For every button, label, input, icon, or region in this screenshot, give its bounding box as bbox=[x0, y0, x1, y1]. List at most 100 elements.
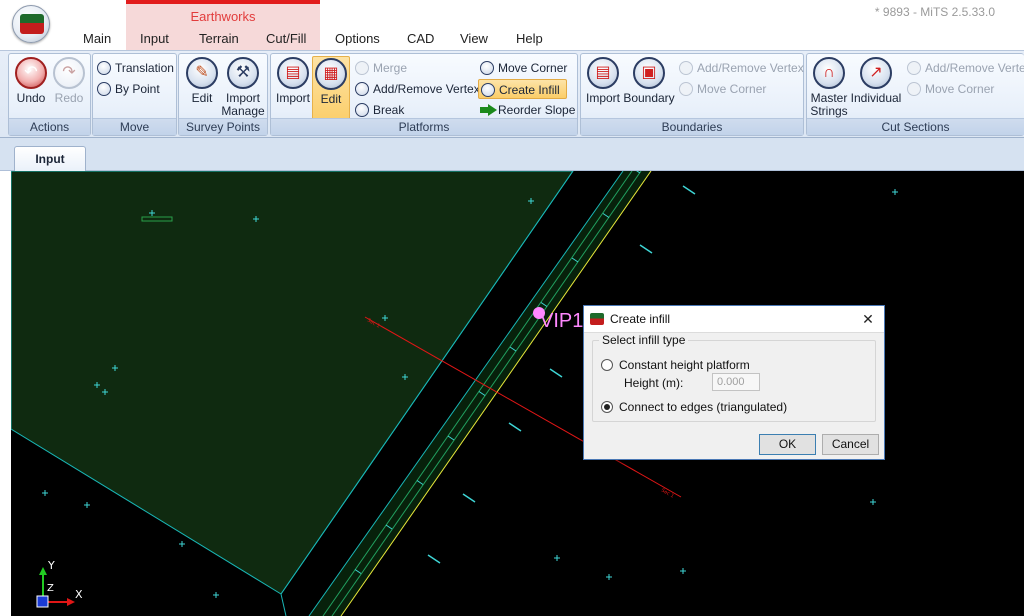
constant-height-option[interactable]: Constant height platform bbox=[601, 357, 750, 373]
redo-icon: ↷ bbox=[53, 57, 85, 89]
survey-import-label: Import bbox=[225, 91, 260, 105]
individual-label: Individual bbox=[850, 91, 902, 105]
undo-icon: ↶ bbox=[15, 57, 47, 89]
platforms-edit-label: Edit bbox=[320, 92, 342, 106]
tab-terrain[interactable]: Terrain bbox=[199, 31, 239, 46]
chainage-label-mark bbox=[682, 185, 696, 195]
green-arrow-icon bbox=[480, 104, 497, 116]
cut-move-corner-icon bbox=[907, 82, 921, 96]
survey-points-import-manage-button[interactable]: ⚒ Import Manage bbox=[221, 57, 265, 118]
reorder-slope-button[interactable]: Reorder Slope bbox=[478, 100, 575, 120]
merge-button[interactable]: Merge bbox=[353, 58, 407, 78]
translation-icon bbox=[97, 61, 111, 75]
cut-move-corner-button[interactable]: Move Corner bbox=[905, 79, 994, 99]
platforms-group-label: Platforms bbox=[271, 118, 577, 135]
create-infill-button[interactable]: Create Infill bbox=[478, 79, 567, 99]
axis-gizmo: Y X Z bbox=[36, 559, 83, 608]
infill-type-group-title: Select infill type bbox=[599, 333, 689, 347]
chainage-label-mark bbox=[549, 368, 563, 378]
tab-input[interactable]: Input bbox=[140, 31, 169, 46]
chainage-label-mark bbox=[462, 493, 476, 503]
connect-edges-option[interactable]: Connect to edges (triangulated) bbox=[601, 399, 787, 415]
ribbon-group-boundaries: ▤ Import ▣ Boundary Add/Remove Vertex Mo… bbox=[580, 53, 804, 136]
translation-button[interactable]: Translation bbox=[95, 58, 174, 78]
platforms-edit-button[interactable]: ▦ Edit bbox=[312, 56, 350, 120]
tab-cad[interactable]: CAD bbox=[407, 31, 434, 46]
ribbon-group-survey-points: ✎ Edit ⚒ Import Manage Survey Points bbox=[178, 53, 268, 136]
cancel-button[interactable]: Cancel bbox=[822, 434, 879, 455]
boundary-icon: ▣ bbox=[633, 57, 665, 89]
translation-label: Translation bbox=[115, 61, 174, 75]
chainage-label-mark bbox=[639, 244, 653, 254]
undo-button[interactable]: ↶ Undo bbox=[13, 57, 49, 105]
boundaries-import-label: Import bbox=[585, 91, 620, 105]
document-tab-strip: Input bbox=[0, 138, 1024, 171]
cut-add-remove-vertex-button[interactable]: Add/Remove Vertex bbox=[905, 58, 1024, 78]
move-corner-icon bbox=[480, 61, 494, 75]
boundary-button[interactable]: ▣ Boundary bbox=[623, 57, 675, 105]
boundary-move-corner-button[interactable]: Move Corner bbox=[677, 79, 766, 99]
height-input[interactable] bbox=[712, 373, 760, 391]
tab-main[interactable]: Main bbox=[83, 31, 111, 46]
survey-import-manage-icon: ⚒ bbox=[227, 57, 259, 89]
vip-label: VIP1 bbox=[540, 310, 584, 332]
add-remove-vertex-icon bbox=[355, 82, 369, 96]
tab-options[interactable]: Options bbox=[335, 31, 380, 46]
by-point-button[interactable]: By Point bbox=[95, 79, 160, 99]
constant-height-radio[interactable] bbox=[601, 359, 613, 371]
axis-z-label: Z bbox=[47, 583, 54, 594]
survey-points-group-label: Survey Points bbox=[179, 118, 267, 135]
boundaries-import-button[interactable]: ▤ Import bbox=[583, 57, 623, 105]
break-label: Break bbox=[373, 103, 405, 117]
tab-help[interactable]: Help bbox=[516, 31, 543, 46]
boundary-add-remove-vertex-button[interactable]: Add/Remove Vertex bbox=[677, 58, 804, 78]
tab-cut-fill[interactable]: Cut/Fill bbox=[266, 31, 306, 46]
close-icon[interactable]: ✕ bbox=[858, 309, 878, 329]
platform-move-corner-button[interactable]: Move Corner bbox=[478, 58, 567, 78]
constant-height-label: Constant height platform bbox=[619, 358, 750, 372]
axis-y-label: Y bbox=[47, 559, 55, 572]
move-group-label: Move bbox=[93, 118, 176, 135]
master-label: Master bbox=[810, 91, 848, 105]
master-strings-icon: ∩ bbox=[813, 57, 845, 89]
section-label-end: Sec 1 bbox=[660, 488, 675, 500]
survey-manage-label: Manage bbox=[221, 104, 265, 118]
ribbon-group-platforms: ▤ Import ▦ Edit Merge Add/Remove Vertex … bbox=[270, 53, 578, 136]
height-label: Height (m): bbox=[624, 376, 684, 390]
ribbon: ↶ Undo ↷ Redo Actions Translation By Poi… bbox=[0, 50, 1024, 138]
redo-label: Redo bbox=[54, 91, 84, 105]
strings-label: Strings bbox=[810, 104, 848, 118]
platform-add-remove-vertex-button[interactable]: Add/Remove Vertex bbox=[353, 79, 480, 99]
undo-label: Undo bbox=[16, 91, 46, 105]
ok-button[interactable]: OK bbox=[759, 434, 816, 455]
boundary-move-corner-icon bbox=[679, 82, 693, 96]
boundary-move-corner-label: Move Corner bbox=[697, 82, 767, 96]
individual-button[interactable]: ↗ Individual bbox=[850, 57, 902, 105]
platforms-import-button[interactable]: ▤ Import bbox=[274, 57, 312, 105]
context-tab-accent-bar bbox=[126, 0, 320, 4]
master-strings-button[interactable]: ∩ Master Strings bbox=[809, 57, 849, 118]
break-button[interactable]: Break bbox=[353, 100, 404, 120]
redo-button[interactable]: ↷ Redo bbox=[51, 57, 87, 105]
document-tab-input[interactable]: Input bbox=[14, 146, 86, 171]
reorder-slope-label: Reorder Slope bbox=[498, 103, 576, 117]
actions-group-label: Actions bbox=[9, 118, 90, 135]
boundaries-import-icon: ▤ bbox=[587, 57, 619, 89]
platform-move-corner-label: Move Corner bbox=[498, 61, 568, 75]
dialog-title: Create infill bbox=[610, 312, 671, 326]
boundary-add-remove-vertex-icon bbox=[679, 61, 693, 75]
chainage-label-mark bbox=[508, 422, 522, 432]
boundary-line-b bbox=[280, 593, 287, 616]
application-menu-button[interactable] bbox=[12, 5, 50, 43]
survey-edit-label: Edit bbox=[191, 91, 213, 105]
mits-logo-icon bbox=[20, 14, 44, 34]
window-title: * 9893 - MiTS 2.5.33.0 bbox=[874, 5, 995, 19]
cut-add-remove-vertex-icon bbox=[907, 61, 921, 75]
connect-edges-radio[interactable] bbox=[601, 401, 613, 413]
cut-move-corner-label: Move Corner bbox=[925, 82, 995, 96]
dialog-titlebar[interactable]: Create infill ✕ bbox=[584, 306, 884, 333]
tab-view[interactable]: View bbox=[460, 31, 488, 46]
create-infill-icon bbox=[481, 83, 495, 97]
ribbon-group-actions: ↶ Undo ↷ Redo Actions bbox=[8, 53, 91, 136]
survey-points-edit-button[interactable]: ✎ Edit bbox=[183, 57, 221, 105]
